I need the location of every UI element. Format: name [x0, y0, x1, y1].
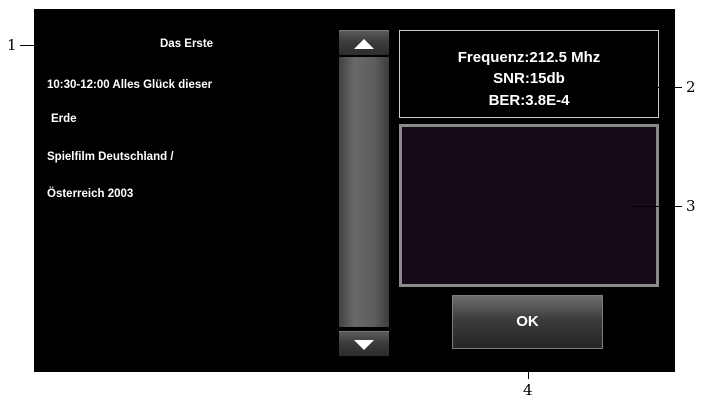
callout-leader-line: [528, 355, 529, 379]
callout-leader-line: [20, 45, 128, 46]
triangle-up-icon: [354, 39, 374, 49]
callout-number: 2: [686, 78, 696, 96]
scrollbar-track[interactable]: [339, 57, 389, 327]
video-preview: [399, 124, 659, 287]
snr-value: SNR:15db: [493, 70, 565, 87]
scroll-up-button[interactable]: [339, 30, 389, 55]
scroll-down-button[interactable]: [339, 331, 389, 356]
signal-info-box: Frequenz:212.5 Mhz SNR:15db BER:3.8E-4: [399, 30, 659, 118]
ok-button[interactable]: OK: [452, 295, 603, 349]
callout-leader-line: [632, 206, 682, 207]
program-info-line: Erde: [51, 113, 77, 125]
callout-leader-line: [632, 87, 682, 88]
channel-name: Das Erste: [160, 38, 214, 50]
program-info-line: Spielfilm Deutschland /: [47, 151, 174, 163]
ber-value: BER:3.8E-4: [488, 92, 570, 109]
frequency-value: Frequenz:212.5 Mhz: [457, 49, 601, 66]
program-info-line: Österreich 2003: [47, 188, 134, 200]
callout-number: 1: [7, 36, 17, 54]
callout-number: 4: [523, 381, 533, 399]
callout-number: 3: [686, 197, 696, 215]
triangle-down-icon: [354, 340, 374, 350]
program-info-line: 10:30-12:00 Alles Glück dieser: [47, 79, 213, 91]
